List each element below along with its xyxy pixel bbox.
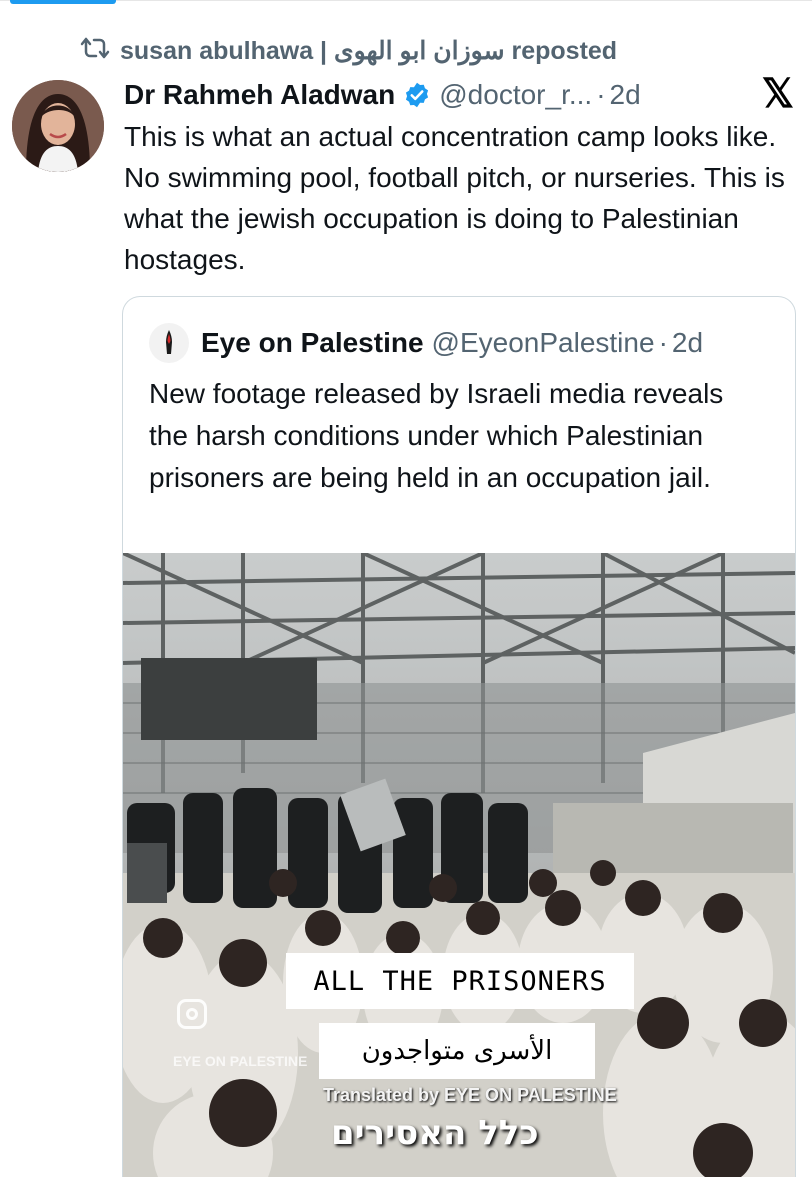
post-timestamp[interactable]: 2d [610, 79, 641, 111]
author-name[interactable]: Dr Rahmeh Aladwan [124, 79, 395, 111]
caption-english: ALL THE PRISONERS [286, 953, 634, 1009]
quoted-post-timestamp[interactable]: 2d [672, 327, 703, 359]
caption-hebrew: כלל האסירים [331, 1113, 539, 1153]
quoted-meta-separator: · [658, 327, 668, 358]
repost-icon [80, 36, 110, 67]
instagram-icon [177, 999, 207, 1029]
quoted-post-header: Eye on Palestine @EyeonPalestine · 2d [149, 323, 703, 363]
quoted-post-video[interactable]: EYE ON PALESTINE ALL THE PRISONERS الأسر… [123, 553, 795, 1177]
author-handle[interactable]: @doctor_r... [439, 79, 592, 111]
author-avatar[interactable] [12, 80, 104, 172]
video-frame [123, 553, 795, 1177]
top-divider [0, 0, 812, 9]
quoted-author-avatar[interactable] [149, 323, 189, 363]
quoted-author-name[interactable]: Eye on Palestine [201, 327, 424, 359]
repost-context[interactable]: susan abulhawa | سوزان ابو الهوى reposte… [80, 34, 617, 68]
quoted-post-card[interactable]: Eye on Palestine @EyeonPalestine · 2d Ne… [122, 296, 796, 1177]
verified-badge-icon [406, 82, 429, 108]
active-tab-indicator [10, 0, 116, 4]
video-watermark: EYE ON PALESTINE [173, 1053, 308, 1069]
post-text: This is what an actual concentration cam… [124, 121, 785, 275]
quoted-author-handle[interactable]: @EyeonPalestine [432, 327, 655, 359]
caption-arabic: الأسرى متواجدون [319, 1023, 595, 1079]
quoted-post-text: New footage released by Israeli media re… [149, 378, 724, 493]
meta-separator: · [596, 79, 606, 110]
x-logo-icon: 𝕏 [761, 72, 794, 116]
translation-credit: Translated by EYE ON PALESTINE [323, 1085, 617, 1105]
post-header: Dr Rahmeh Aladwan @doctor_r... · 2d [124, 76, 802, 114]
repost-label: susan abulhawa | سوزان ابو الهوى reposte… [120, 37, 618, 65]
